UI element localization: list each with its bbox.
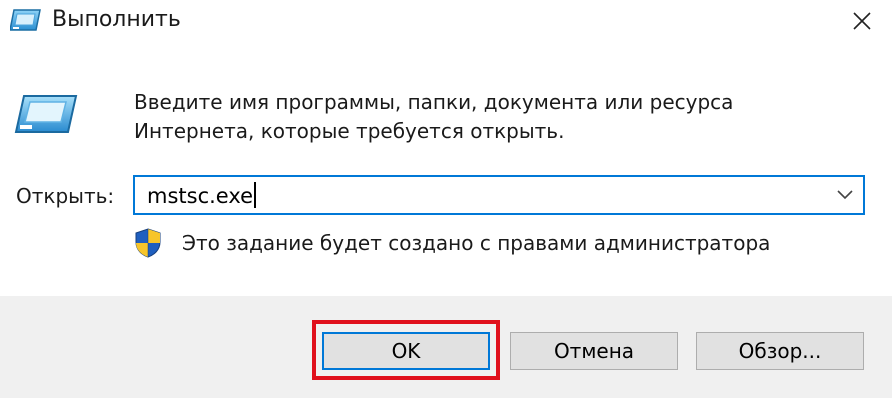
close-icon bbox=[853, 12, 871, 30]
close-button[interactable] bbox=[842, 2, 882, 40]
admin-note: Это задание будет создано с правами адми… bbox=[182, 231, 771, 255]
window-title: Выполнить bbox=[52, 7, 181, 32]
open-label: Открыть: bbox=[16, 184, 115, 208]
button-bar: OK Отмена Обзор... bbox=[0, 296, 892, 398]
instruction-line-1: Введите имя программы, папки, документа … bbox=[134, 90, 734, 114]
instruction-text: Введите имя программы, папки, документа … bbox=[134, 88, 834, 146]
uac-shield-icon bbox=[134, 228, 162, 258]
ok-button[interactable]: OK bbox=[322, 332, 490, 370]
browse-button-label: Обзор... bbox=[738, 339, 822, 363]
run-icon bbox=[14, 94, 78, 134]
open-combobox[interactable]: mstsc.exe bbox=[133, 175, 865, 215]
run-dialog: Выполнить Введите имя программы, папки, … bbox=[0, 0, 892, 398]
cancel-button-label: Отмена bbox=[553, 339, 635, 363]
run-dialog-icon bbox=[9, 8, 42, 32]
title-bar[interactable]: Выполнить bbox=[0, 0, 892, 48]
cancel-button[interactable]: Отмена bbox=[510, 332, 678, 370]
instruction-line-2: Интернета, которые требуется открыть. bbox=[134, 119, 565, 143]
text-caret bbox=[254, 182, 256, 208]
dropdown-button[interactable] bbox=[827, 177, 863, 213]
chevron-down-icon bbox=[837, 190, 853, 200]
open-input[interactable]: mstsc.exe bbox=[147, 182, 256, 210]
ok-button-label: OK bbox=[391, 339, 421, 363]
browse-button[interactable]: Обзор... bbox=[696, 332, 864, 370]
open-input-value: mstsc.exe bbox=[147, 184, 254, 208]
